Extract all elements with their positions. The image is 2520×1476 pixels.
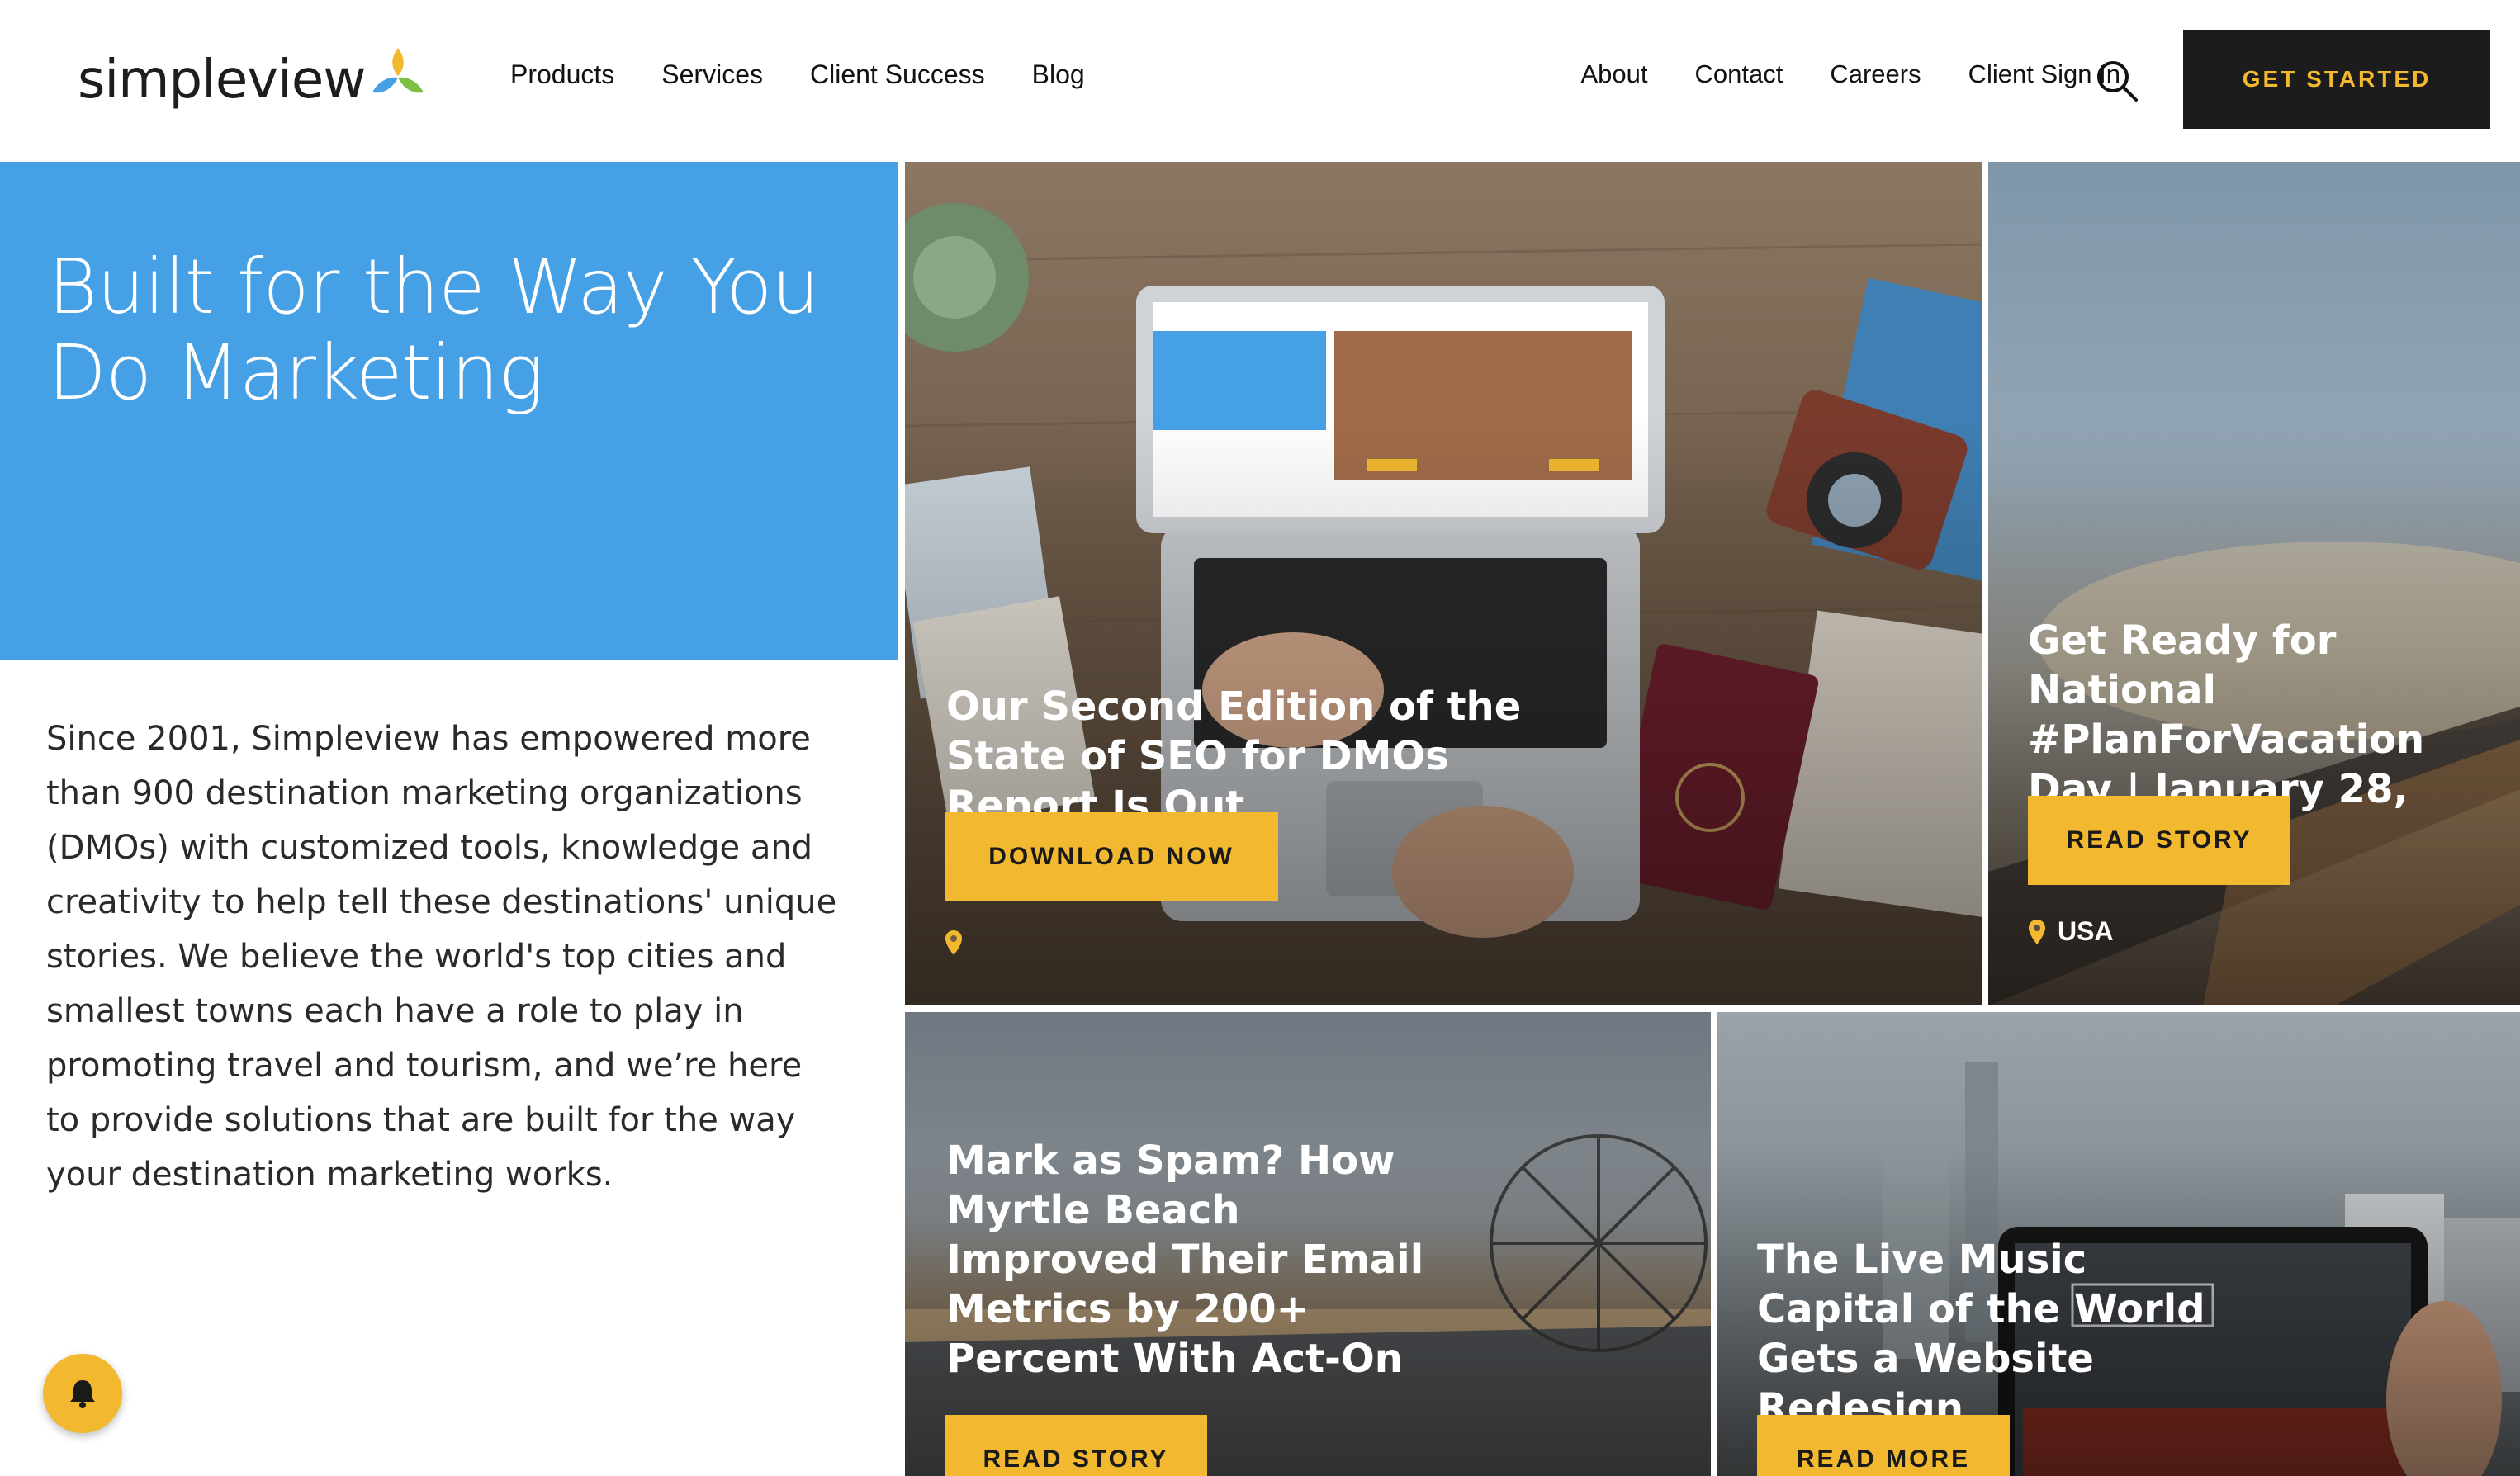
simpleview-logo[interactable]: simpleview [78,43,427,117]
nav-services[interactable]: Services [661,59,763,90]
download-now-button[interactable]: DOWNLOAD NOW [945,812,1278,901]
tile-location-label: USA [2058,916,2114,946]
tile-title: The Live Music Capital of the World Gets… [1757,1237,2205,1431]
primary-nav: Products Services Client Success Blog [510,59,1132,90]
read-story-button[interactable]: READ STORY [945,1415,1207,1476]
location-pin-icon [2029,919,2045,944]
site-header: simpleview Products Services Client Succ… [0,0,2520,162]
nav-contact[interactable]: Contact [1695,59,1783,89]
nav-products[interactable]: Products [510,59,614,90]
notification-bell-button[interactable] [43,1354,122,1433]
location-pin-icon [945,930,962,955]
nav-blog[interactable]: Blog [1032,59,1085,90]
bell-icon [70,1380,95,1408]
story-tile-plan-for-vacation[interactable]: Get Ready for National #PlanForVacation … [1988,162,2520,1005]
intro-paragraph: Since 2001, Simpleview has empowered mor… [46,720,837,1194]
tile-title: Mark as Spam? How Myrtle Beach Improved … [946,1138,1424,1382]
story-tile-seo-report[interactable]: Our Second Edition of the State of SEO f… [905,162,1982,1005]
tile-title: Our Second Edition of the State of SEO f… [946,684,1522,829]
read-more-button[interactable]: READ MORE [1757,1415,2010,1476]
read-story-button[interactable]: READ STORY [2028,796,2290,885]
secondary-nav: About Contact Careers Client Sign In [1533,59,2120,89]
logo-mark-icon [372,48,424,93]
get-started-button[interactable]: GET STARTED [2183,30,2490,129]
logo-wordmark: simpleview [78,50,367,111]
tile-location [945,930,974,956]
search-icon[interactable] [2094,58,2140,104]
story-tile-austin-website[interactable]: The Live Music Capital of the World Gets… [1717,1012,2520,1476]
nav-careers[interactable]: Careers [1830,59,1921,89]
nav-client-success[interactable]: Client Success [810,59,985,90]
nav-about[interactable]: About [1580,59,1647,89]
hero-title: Built for the Way You Do Marketing [48,243,820,417]
tile-location: USA [2028,916,2114,947]
story-tile-myrtle-beach[interactable]: Mark as Spam? How Myrtle Beach Improved … [905,1012,1711,1476]
